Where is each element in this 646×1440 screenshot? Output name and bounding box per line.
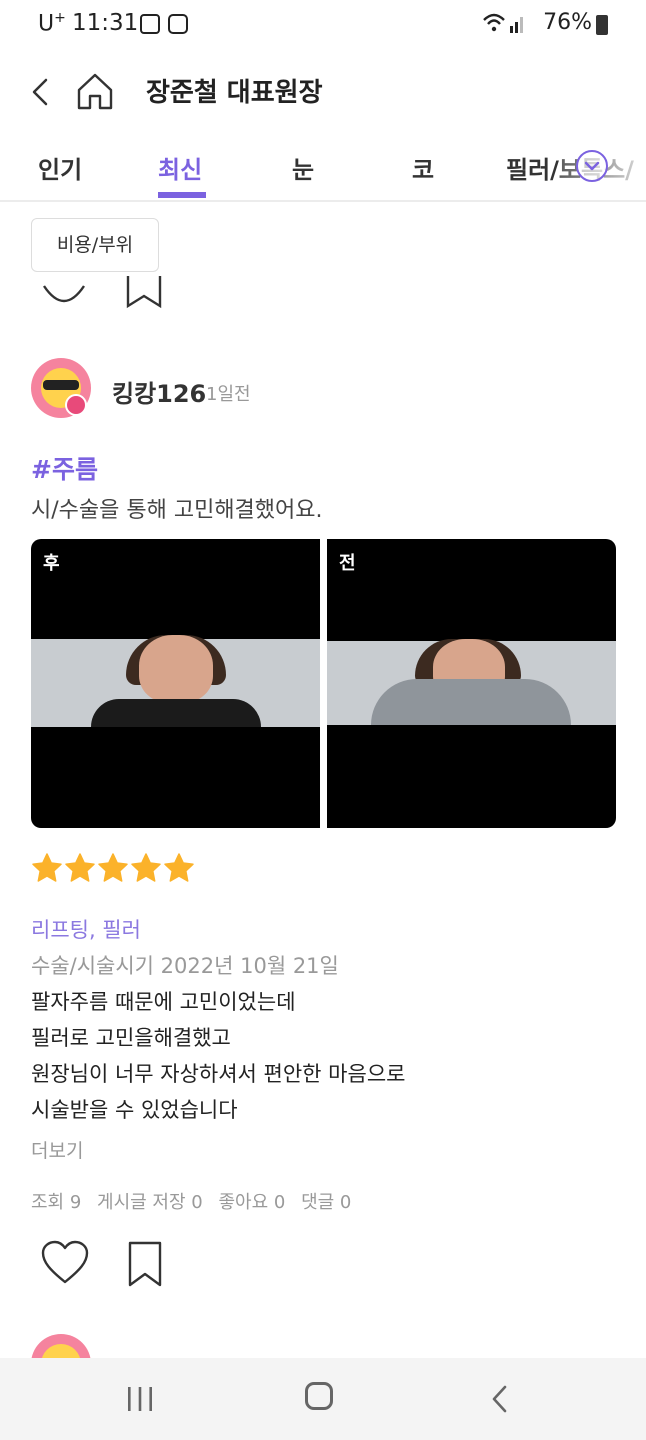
page-title: 장준철 대표원장 — [146, 78, 323, 108]
saves-count: 게시글 저장 0 — [97, 1192, 203, 1213]
bookmark-icon[interactable] — [126, 1240, 164, 1288]
photo-clothes — [371, 679, 571, 725]
home-icon[interactable] — [74, 70, 116, 112]
system-nav-bar — [0, 1358, 646, 1440]
avatar[interactable] — [31, 358, 91, 418]
back-icon[interactable] — [26, 72, 56, 112]
post-time: 1일전 — [206, 384, 251, 405]
sunglasses-icon — [43, 380, 79, 390]
post-body-line: 원장님이 너무 자상하셔서 편안한 마음으로 — [31, 1062, 406, 1086]
status-bar: U+ 11:31 76% — [0, 0, 646, 52]
tab-nose[interactable]: 코 — [412, 150, 434, 185]
recents-icon[interactable] — [126, 1386, 154, 1412]
post-body-line: 시술받을 수 있었습니다 — [31, 1098, 238, 1122]
active-tab-indicator — [158, 192, 206, 198]
back-icon[interactable] — [488, 1384, 512, 1414]
bookmark-icon — [126, 276, 162, 309]
rating-stars — [31, 852, 196, 892]
photo-face — [139, 635, 213, 703]
star-icon — [164, 853, 194, 882]
heart-icon[interactable] — [40, 1240, 90, 1286]
post-body-line: 팔자주름 때문에 고민이었는데 — [31, 990, 296, 1014]
status-time: 11:31 — [72, 10, 139, 36]
star-icon — [32, 853, 62, 882]
photo-clothes — [91, 699, 261, 727]
tab-latest[interactable]: 최신 — [158, 150, 202, 185]
wifi-icon — [482, 12, 526, 39]
likes-count: 좋아요 0 — [218, 1192, 286, 1213]
record-icon — [168, 14, 188, 34]
hashtag[interactable]: #주름 — [31, 450, 98, 486]
gallery-icon — [140, 14, 160, 34]
previous-post-actions — [40, 276, 190, 316]
before-photo[interactable]: 전 — [327, 539, 616, 828]
crown-badge-icon — [65, 394, 87, 416]
comments-count: 댓글 0 — [301, 1192, 352, 1213]
carrier-label: U+ — [38, 10, 66, 37]
after-label: 후 — [43, 553, 60, 574]
star-icon — [65, 853, 95, 882]
home-circle-icon[interactable] — [305, 1382, 333, 1410]
after-photo[interactable]: 후 — [31, 539, 320, 828]
cost-area-filter-button[interactable]: 비용/부위 — [31, 218, 159, 272]
heart-icon — [43, 285, 85, 303]
battery-percent: 76% — [543, 10, 592, 35]
read-more-link[interactable]: 더보기 — [31, 1136, 83, 1163]
post-summary: 시/수술을 통해 고민해결했어요. — [31, 498, 323, 523]
chevron-down-icon[interactable] — [576, 150, 608, 182]
category-tabs: 인기 최신 눈 코 필러/보톡스/ — [0, 132, 646, 202]
battery-icon — [596, 15, 608, 35]
procedure-tags[interactable]: 리프팅, 필러 — [31, 914, 141, 944]
tab-popular[interactable]: 인기 — [38, 150, 82, 185]
surgery-date: 수술/시술시기 2022년 10월 21일 — [31, 954, 339, 978]
app-header: 장준철 대표원장 — [0, 52, 646, 132]
star-icon — [98, 853, 128, 882]
before-label: 전 — [339, 553, 356, 574]
post-stats: 조회 9 게시글 저장 0 좋아요 0 댓글 0 — [31, 1188, 361, 1214]
views-count: 조회 9 — [31, 1192, 82, 1213]
tab-eye[interactable]: 눈 — [292, 150, 314, 185]
star-icon — [131, 853, 161, 882]
post-body-line: 필러로 고민을해결했고 — [31, 1026, 231, 1050]
username[interactable]: 킹캉126 — [112, 374, 206, 409]
